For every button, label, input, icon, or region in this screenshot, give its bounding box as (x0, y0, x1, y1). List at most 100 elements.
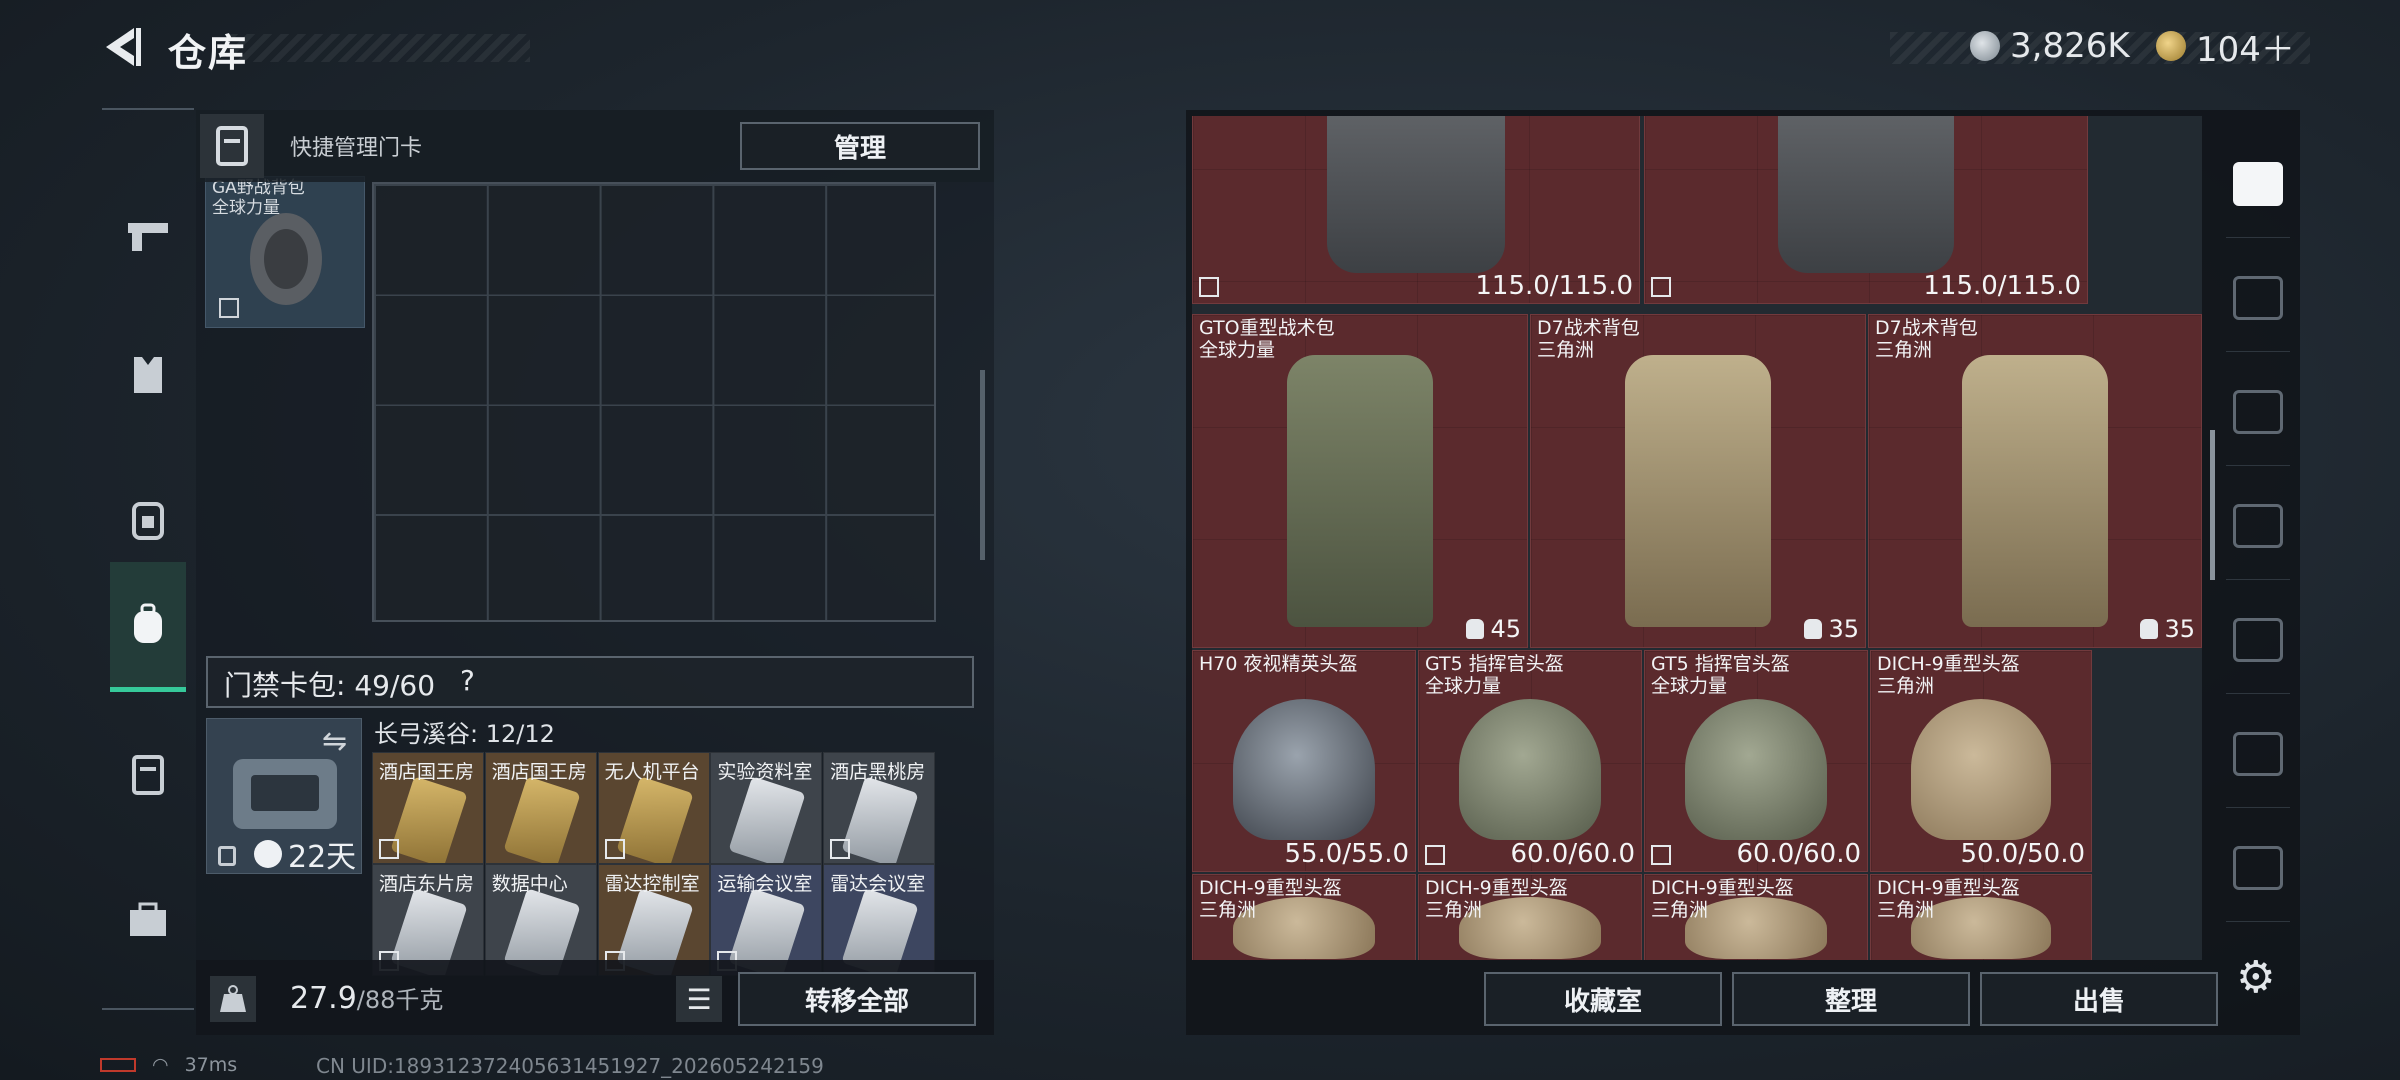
gold-coin-icon (2156, 31, 2186, 61)
nav-keycard[interactable] (110, 710, 186, 840)
vest-icon (134, 357, 162, 393)
keycard-item[interactable]: 实验资料室 (710, 752, 823, 864)
item-capacity: 35 (2140, 615, 2195, 643)
backpack-image (1961, 354, 2109, 628)
item-durability: 115.0/115.0 (1475, 271, 1633, 301)
organize-button[interactable]: 整理 (1732, 972, 1970, 1026)
item-name: DICH-9重型头盔 (1651, 877, 1794, 899)
card-bag-count: 门禁卡包: 49/60 (224, 669, 436, 702)
weight-icon (210, 976, 256, 1022)
helmet-image (1910, 699, 2052, 841)
item-faction: 全球力量 (1425, 675, 1502, 697)
manage-button[interactable]: 管理 (740, 122, 980, 170)
stash-item-d7-2[interactable]: D7战术背包 三角洲 35 (1868, 314, 2202, 648)
item-capacity: 35 (1804, 615, 1859, 643)
keycard-name: 酒店国王房 (491, 761, 587, 783)
capacity-value: 35 (2164, 615, 2195, 643)
item-faction: 三角洲 (1537, 339, 1595, 361)
silver-currency[interactable]: 3,826K (1970, 26, 2130, 66)
item-name: GT5 指挥官头盔 (1425, 653, 1564, 675)
no-sell-icon (1425, 845, 1445, 865)
backpack-grid[interactable] (372, 182, 936, 622)
sell-button[interactable]: 出售 (1980, 972, 2218, 1026)
keycard-name: 酒店东片房 (379, 873, 475, 895)
nav-supplies[interactable] (110, 855, 186, 985)
stash-scrollbar[interactable] (2210, 430, 2215, 580)
tab-v-icon (2233, 275, 2283, 320)
network-status: ◠ 37ms (100, 1054, 237, 1076)
capacity-backpack-icon (1466, 619, 1485, 639)
stash-item-pouch-2[interactable]: 115.0/115.0 (1644, 116, 2088, 304)
tab-tab-iv-folder[interactable] (2226, 472, 2290, 580)
gold-amount: 104＋ (2196, 29, 2295, 70)
keycard-icon (216, 126, 248, 166)
item-capacity: 45 (1466, 615, 1521, 643)
tab-tab-ii-add[interactable] (2226, 814, 2290, 922)
tab-ii-add-icon (2233, 845, 2283, 890)
stash-item-gt5-1[interactable]: GT5 指挥官头盔 全球力量 60.0/60.0 (1418, 650, 1642, 872)
backpack-name-line2: 全球力量 (212, 198, 280, 218)
ping-value: 37ms (184, 1054, 238, 1076)
keycard-name: 雷达控制室 (604, 873, 700, 895)
settings-gear-icon[interactable]: ⚙ (2236, 952, 2275, 1003)
weight-capacity: /88千克 (356, 986, 444, 1014)
no-sell-icon (1651, 277, 1671, 297)
list-view-button[interactable]: ☰ (676, 976, 722, 1022)
tab-tab-v[interactable] (2226, 244, 2290, 352)
keycard-name: 无人机平台 (604, 761, 700, 783)
map-card-count: 长弓溪谷: 12/12 (374, 720, 555, 748)
tab-stash-home[interactable] (2226, 130, 2290, 238)
item-faction: 全球力量 (1651, 675, 1728, 697)
tab-tab-iv-photo[interactable] (2226, 586, 2290, 694)
chest-rig-icon (132, 502, 164, 540)
tab-tab-iv-add-2[interactable] (2226, 700, 2290, 808)
stash-item-h70[interactable]: H70 夜视精英头盔 55.0/55.0 (1192, 650, 1416, 872)
tab-iv-folder-icon (2233, 503, 2283, 548)
swap-icon[interactable]: ⇋ (322, 724, 347, 759)
nav-backpack[interactable] (110, 562, 186, 692)
keycard-item[interactable]: 无人机平台 (597, 752, 710, 864)
user-uid: CN UID:189312372405631451927_20260524215… (316, 1054, 824, 1078)
stash-item-dich-1[interactable]: DICH-9重型头盔 三角洲 50.0/50.0 (1870, 650, 2092, 872)
stash-item-pouch-1[interactable]: 115.0/115.0 (1192, 116, 1640, 304)
keycard-icon (132, 755, 164, 795)
nav-armor[interactable] (110, 310, 186, 440)
clock-icon (254, 840, 282, 868)
keycard-image (728, 776, 807, 863)
no-sell-icon (604, 839, 625, 859)
backpack-icon (134, 603, 162, 643)
keycard-item[interactable]: 酒店黑桃房 (823, 752, 936, 864)
stash-item-d7-1[interactable]: D7战术背包 三角洲 35 (1530, 314, 1866, 648)
stash-item-dich-4[interactable]: DICH-9重型头盔 三角洲 (1644, 874, 1868, 960)
item-name: GTO重型战术包 (1199, 317, 1335, 339)
stash-item-dich-2[interactable]: DICH-9重型头盔 三角洲 (1192, 874, 1416, 960)
keycard-item[interactable]: 酒店国王房 (372, 752, 484, 864)
pouch-image (1777, 116, 1955, 274)
item-name: DICH-9重型头盔 (1877, 877, 2020, 899)
tab-iv-add-1-icon (2233, 389, 2283, 434)
left-scrollbar[interactable] (980, 370, 985, 560)
quick-manage-label: 快捷管理门卡 (290, 136, 423, 161)
backpack-image (1286, 354, 1434, 628)
card-days-value: 22天 (288, 840, 357, 875)
no-sell-icon (1651, 845, 1671, 865)
stash-item-dich-5[interactable]: DICH-9重型头盔 三角洲 (1870, 874, 2092, 960)
tab-tab-iv-add-1[interactable] (2226, 358, 2290, 466)
stash-item-dich-3[interactable]: DICH-9重型头盔 三角洲 (1418, 874, 1642, 960)
nav-weapons[interactable] (110, 170, 186, 300)
stash-item-gt5-2[interactable]: GT5 指挥官头盔 全球力量 60.0/60.0 (1644, 650, 1868, 872)
keycard-manage-icon[interactable] (200, 114, 264, 178)
item-name: D7战术背包 (1537, 317, 1640, 339)
transfer-all-button[interactable]: 转移全部 (738, 972, 976, 1026)
carry-weight: 27.9/88千克 (290, 980, 443, 1016)
gold-currency[interactable]: 104＋ (2156, 26, 2295, 70)
stash-grid[interactable]: 115.0/115.0 115.0/115.0 GTO重型战术包 全球力量 45 D7战术… (1192, 116, 2202, 960)
item-faction: 三角洲 (1425, 899, 1483, 921)
stash-item-gto[interactable]: GTO重型战术包 全球力量 45 (1192, 314, 1528, 648)
card-bag-help-button[interactable]: ? (460, 664, 475, 697)
back-button[interactable] (98, 22, 148, 72)
card-days: 22天 (254, 832, 356, 876)
weight-value: 27.9 (290, 981, 357, 1016)
keycard-item[interactable]: 酒店国王房 (484, 752, 597, 864)
collection-button[interactable]: 收藏室 (1484, 972, 1722, 1026)
